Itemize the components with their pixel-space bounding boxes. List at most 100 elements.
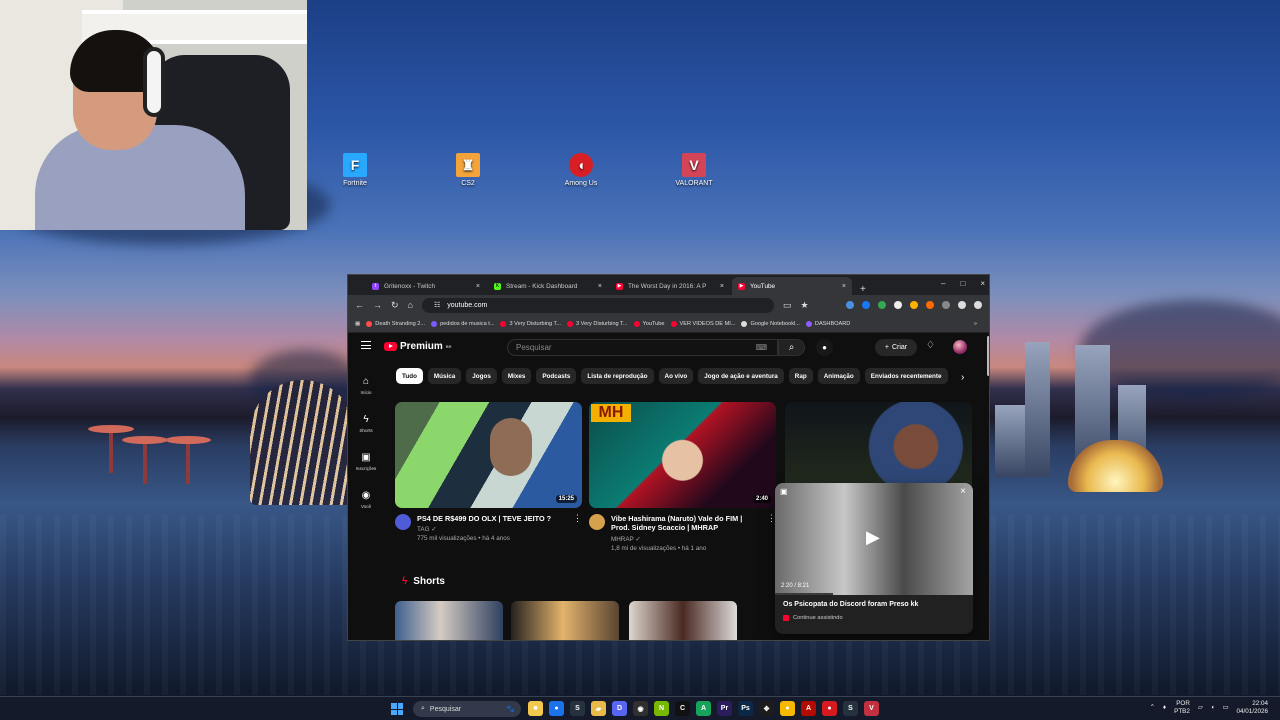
video-thumbnail[interactable]: 15:25 bbox=[395, 402, 582, 508]
video-menu-icon[interactable]: ⋮ bbox=[573, 513, 582, 524]
youtube-premium-logo[interactable]: Premium BR bbox=[384, 341, 452, 352]
bookmark-item[interactable]: 3 Very Disturbing T... bbox=[567, 320, 628, 327]
notifications-icon[interactable]: ♢ bbox=[926, 340, 935, 351]
controller-icon[interactable]: ✥ bbox=[759, 701, 774, 716]
channel-avatar[interactable] bbox=[395, 514, 411, 530]
desktop-icon-among-us[interactable]: ◖ Among Us bbox=[557, 153, 605, 187]
minimize-icon[interactable]: – bbox=[941, 279, 945, 288]
chip-mixes[interactable]: Mixes bbox=[501, 368, 532, 384]
tab-youtube[interactable]: ▶ YouTube × bbox=[732, 277, 852, 295]
file-explorer-icon[interactable]: ■ bbox=[528, 701, 543, 716]
profile-icon[interactable] bbox=[958, 301, 966, 309]
desktop-icon-fortnite[interactable]: F Fortnite bbox=[331, 153, 379, 187]
mini-player-progress[interactable] bbox=[775, 593, 833, 595]
extension-icon[interactable] bbox=[910, 301, 918, 309]
desktop-icon-valorant[interactable]: V VALORANT bbox=[670, 153, 718, 187]
bookmark-item[interactable]: DASHBOARD bbox=[805, 320, 850, 327]
forward-icon[interactable]: → bbox=[373, 300, 382, 310]
chip-all[interactable]: Tudo bbox=[396, 368, 423, 384]
video-thumbnail[interactable]: MH 2:40 bbox=[589, 402, 776, 508]
extension-icon[interactable] bbox=[926, 301, 934, 309]
clock[interactable]: 22:04 04/01/2026 bbox=[1236, 700, 1268, 716]
close-icon[interactable]: × bbox=[476, 283, 480, 290]
menu-icon[interactable] bbox=[361, 341, 371, 349]
tab-kick-dashboard[interactable]: K Stream - Kick Dashboard × bbox=[488, 277, 608, 295]
mini-player-title[interactable]: Os Psicopata do Discord foram Preso kk bbox=[783, 601, 918, 608]
obs-icon[interactable]: ◉ bbox=[633, 701, 648, 716]
chrome-canary-icon[interactable]: ● bbox=[780, 701, 795, 716]
chip-podcasts[interactable]: Podcasts bbox=[536, 368, 577, 384]
sidebar-item-home[interactable]: ⌂ Início bbox=[348, 366, 384, 404]
record-icon[interactable]: ● bbox=[822, 701, 837, 716]
video-card[interactable]: MH 2:40 Vibe Hashirama (Naruto) Vale do … bbox=[589, 402, 776, 554]
page-scrollbar[interactable] bbox=[987, 336, 989, 376]
voice-search-button[interactable]: ● bbox=[816, 339, 833, 356]
new-tab-button[interactable]: + bbox=[860, 284, 866, 295]
picture-in-picture-icon[interactable]: ▣ bbox=[780, 487, 788, 496]
bookmark-item[interactable]: pedidos de musica t... bbox=[431, 320, 494, 327]
bookmark-item[interactable]: 3 Very Disturbing T... bbox=[500, 320, 561, 327]
chip-action-adventure[interactable]: Jogo de ação e aventura bbox=[698, 368, 784, 384]
mini-player-video[interactable]: ▣ × ▶ 2:20 / 8:21 bbox=[775, 483, 973, 595]
chip-playlists[interactable]: Lista de reprodução bbox=[581, 368, 654, 384]
nvidia-icon[interactable]: N bbox=[654, 701, 669, 716]
language-indicator[interactable]: POR PTB2 bbox=[1174, 700, 1190, 716]
chip-animation[interactable]: Animação bbox=[817, 368, 860, 384]
chip-music[interactable]: Música bbox=[427, 368, 462, 384]
channel-name[interactable]: MHRAP bbox=[611, 536, 634, 543]
chip-live[interactable]: Ao vivo bbox=[658, 368, 694, 384]
chevron-right-icon[interactable]: › bbox=[961, 372, 964, 383]
steam-small-icon[interactable]: S bbox=[843, 701, 858, 716]
chip-recently-uploaded[interactable]: Enviados recentemente bbox=[864, 368, 948, 384]
close-icon[interactable]: × bbox=[720, 283, 724, 290]
channel-name[interactable]: TAG bbox=[417, 526, 429, 533]
create-button[interactable]: + Criar bbox=[875, 339, 917, 356]
volume-icon[interactable]: ◖ bbox=[1211, 704, 1215, 711]
chip-games[interactable]: Jogos bbox=[466, 368, 497, 384]
back-icon[interactable]: ← bbox=[355, 300, 364, 310]
youtube-search-input[interactable]: Pesquisar ⌨ bbox=[507, 339, 778, 356]
maximize-icon[interactable]: □ bbox=[960, 279, 965, 288]
extension-icon[interactable] bbox=[862, 301, 870, 309]
video-title[interactable]: PS4 DE R$499 DO OLX | TEVE JEITO ? bbox=[417, 514, 567, 523]
steam-icon[interactable]: S bbox=[570, 701, 585, 716]
extension-icon[interactable] bbox=[846, 301, 854, 309]
reload-icon[interactable]: ↻ bbox=[391, 300, 399, 311]
sidebar-item-subscriptions[interactable]: ▣ Inscrições bbox=[348, 442, 384, 480]
keyboard-icon[interactable]: ⌨ bbox=[755, 343, 767, 352]
mini-player[interactable]: ▣ × ▶ 2:20 / 8:21 Os Psicopata do Discor… bbox=[775, 483, 973, 634]
bookmark-item[interactable]: VER VIDEOS DE MI... bbox=[670, 320, 735, 327]
photoshop-icon[interactable]: Ps bbox=[738, 701, 753, 716]
short-thumbnail[interactable] bbox=[511, 601, 619, 640]
battery-icon[interactable]: ▭ bbox=[1223, 704, 1229, 711]
sidebar-item-you[interactable]: ◉ Você bbox=[348, 480, 384, 518]
microphone-tray-icon[interactable]: ♦ bbox=[1163, 704, 1166, 711]
discord-icon[interactable]: D bbox=[612, 701, 627, 716]
sidebar-item-shorts[interactable]: ϟ Shorts bbox=[348, 404, 384, 442]
short-thumbnail[interactable] bbox=[629, 601, 737, 640]
bookmark-item[interactable]: Death Stranding 2... bbox=[366, 320, 425, 327]
valorant-task-icon[interactable]: V bbox=[864, 701, 879, 716]
close-icon[interactable]: × bbox=[960, 486, 966, 497]
network-icon[interactable]: ▱ bbox=[1198, 704, 1203, 711]
bookmark-item[interactable]: Google Notebookl... bbox=[741, 320, 800, 327]
video-card[interactable]: 15:25 PS4 DE R$499 DO OLX | TEVE JEITO ?… bbox=[395, 402, 582, 544]
install-icon[interactable]: ▭ bbox=[783, 300, 792, 311]
apps-grid-icon[interactable]: ▦ bbox=[355, 321, 360, 327]
short-thumbnail[interactable] bbox=[395, 601, 503, 640]
chrome-icon[interactable]: ● bbox=[549, 701, 564, 716]
tab-twitch[interactable]: t Gritenoxx - Twitch × bbox=[366, 277, 486, 295]
home-icon[interactable]: ⌂ bbox=[408, 300, 413, 310]
video-title[interactable]: Vibe Hashirama (Naruto) Vale do FIM | Pr… bbox=[611, 514, 761, 533]
search-button[interactable]: ⌕ bbox=[778, 339, 805, 356]
extensions-puzzle-icon[interactable] bbox=[942, 301, 950, 309]
taskbar-search[interactable]: ⌕ Pesquisar 🐾 bbox=[413, 701, 521, 717]
premiere-icon[interactable]: Pr bbox=[717, 701, 732, 716]
close-icon[interactable]: × bbox=[598, 283, 602, 290]
play-icon[interactable]: ▶ bbox=[866, 527, 880, 548]
bookmark-star-icon[interactable]: ★ bbox=[801, 300, 809, 311]
window-close-icon[interactable]: × bbox=[980, 279, 985, 288]
bookmark-item[interactable]: YouTube bbox=[633, 320, 665, 327]
capcut-icon[interactable]: C bbox=[675, 701, 690, 716]
close-icon[interactable]: × bbox=[842, 283, 846, 290]
